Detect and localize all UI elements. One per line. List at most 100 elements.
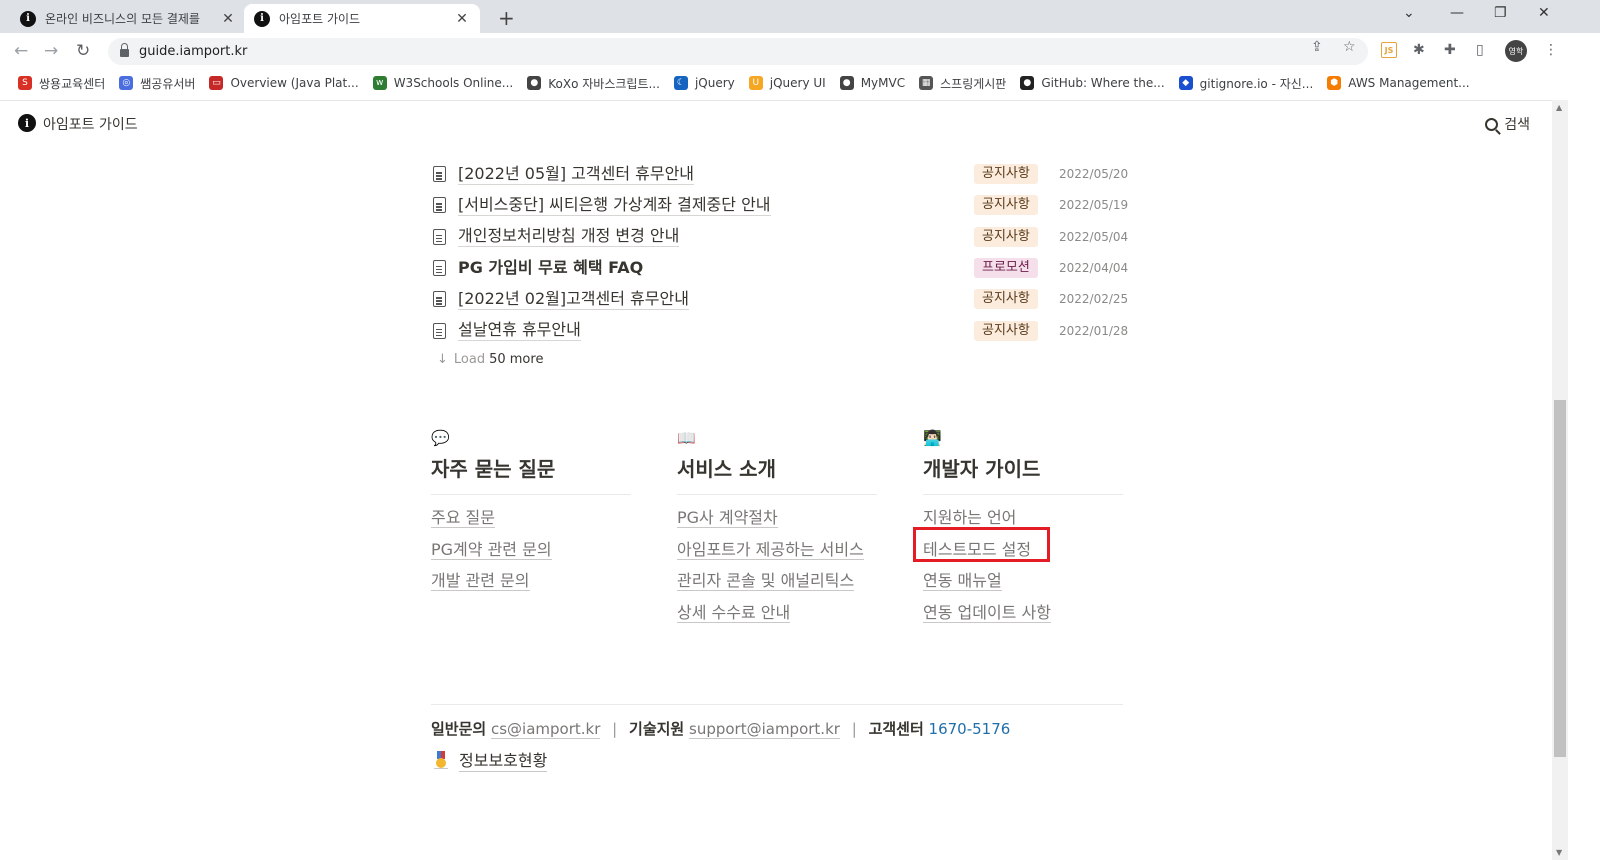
tech-email-link[interactable]: support@iamport.kr: [689, 720, 840, 739]
new-tab-icon[interactable]: +: [498, 6, 515, 30]
js-extension-icon[interactable]: JS: [1381, 42, 1397, 58]
privacy-status-label: 정보보호현황: [459, 747, 548, 772]
close-tab-icon[interactable]: ✕: [454, 11, 470, 27]
column-title: 개발자 가이드: [923, 457, 1041, 481]
back-icon[interactable]: ←: [14, 41, 28, 61]
bookmark-label: jQuery UI: [769, 76, 826, 90]
medal-icon: [434, 750, 448, 769]
iamport-favicon-icon: i: [20, 10, 36, 27]
extensions-puzzle-icon[interactable]: ✚: [1444, 42, 1456, 58]
notice-title-link[interactable]: 개인정보처리방침 개정 변경 안내: [458, 226, 680, 248]
bookmark-favicon-icon: ◎: [119, 76, 134, 90]
forward-icon[interactable]: →: [44, 41, 58, 61]
reload-icon[interactable]: ↻: [76, 41, 90, 61]
page-content: [2022년 05월] 고객센터 휴무안내 공지사항 2022/05/20 [서비스중…: [0, 146, 1552, 860]
notice-title-link[interactable]: PG 가입비 무료 혜택 FAQ: [458, 258, 643, 278]
column-link[interactable]: PG계약 관련 문의: [431, 539, 631, 571]
notice-title-link[interactable]: [서비스중단] 씨티은행 가상계좌 결제중단 안내: [458, 195, 771, 216]
bookmark-item[interactable]: ● KoXo 자바스크립트...: [527, 75, 660, 92]
column-link[interactable]: 개발 관련 문의: [431, 570, 631, 602]
browser-tab-active[interactable]: i 아임포트 가이드 ✕: [244, 4, 480, 33]
site-name-link[interactable]: 아임포트 가이드: [43, 114, 138, 134]
notice-title-link[interactable]: 설날연휴 휴무안내: [458, 320, 581, 341]
bookmark-item[interactable]: ☾ jQuery: [673, 76, 735, 90]
lock-icon: [120, 43, 129, 57]
column-link[interactable]: PG사 계약절차: [677, 507, 877, 539]
general-email-link[interactable]: cs@iamport.kr: [490, 720, 601, 739]
document-icon: [433, 197, 446, 214]
customer-center-label: 고객센터: [868, 720, 924, 738]
page-scrollbar[interactable]: ▲ ▼: [1552, 100, 1568, 860]
customer-center-phone-link[interactable]: 1670-5176: [929, 720, 1011, 738]
load-more-button[interactable]: ↓ Load 50 more: [437, 352, 543, 367]
notice-date: 2022/05/19: [1059, 198, 1129, 213]
bookmark-item[interactable]: UjQuery UI: [748, 76, 826, 90]
notice-row[interactable]: 개인정보처리방침 개정 변경 안내 공지사항 2022/05/04: [433, 224, 1128, 250]
column-divider: [431, 494, 631, 495]
bookmark-favicon-icon: ▭: [209, 76, 224, 90]
scroll-up-icon[interactable]: ▲: [1556, 103, 1562, 112]
column-title: 자주 묻는 질문: [431, 457, 556, 481]
bookmark-star-icon[interactable]: ☆: [1343, 39, 1356, 55]
bookmark-item[interactable]: ▦ 스프링게시판: [919, 75, 1006, 92]
search-button[interactable]: 검색: [1485, 114, 1530, 134]
bookmark-label: KoXo 자바스크립트...: [548, 76, 660, 91]
minimize-icon[interactable]: —: [1450, 5, 1464, 21]
tab-search-chevron-icon[interactable]: ⌄: [1403, 5, 1415, 21]
bookmark-item[interactable]: ▭ Overview (Java Plat...: [209, 76, 359, 90]
column-divider: [677, 494, 877, 495]
browser-tab[interactable]: i 온라인 비즈니스의 모든 결제를 ✕: [10, 4, 246, 33]
notice-row[interactable]: [서비스중단] 씨티은행 가상계좌 결제중단 안내 공지사항 2022/05/19: [433, 192, 1128, 218]
tech-support-label: 기술지원: [629, 720, 685, 738]
bug-extension-icon[interactable]: ✱: [1413, 42, 1425, 58]
close-tab-icon[interactable]: ✕: [220, 11, 236, 27]
column-link[interactable]: 관리자 콘솔 및 애널리틱스: [677, 570, 877, 602]
bookmark-label: gitignore.io - 자신...: [1199, 76, 1314, 91]
notice-row[interactable]: [2022년 02월]고객센터 휴무안내 공지사항 2022/02/25: [433, 286, 1128, 312]
notice-title-link[interactable]: [2022년 02월]고객센터 휴무안내: [458, 289, 689, 310]
column-link[interactable]: 연동 업데이트 사항: [923, 602, 1123, 634]
document-icon: [433, 291, 446, 308]
bookmark-item[interactable]: ● MyMVC: [839, 76, 905, 90]
side-panel-icon[interactable]: ▯: [1476, 42, 1484, 58]
scroll-down-icon[interactable]: ▼: [1556, 848, 1562, 857]
bookmark-label: AWS Management...: [1348, 76, 1470, 90]
bookmark-item[interactable]: ⬢ AWS Management...: [1327, 76, 1470, 90]
bookmark-favicon-icon: S: [18, 76, 32, 90]
close-window-icon[interactable]: ✕: [1538, 5, 1550, 21]
privacy-status-link[interactable]: 정보보호현황: [434, 747, 548, 772]
notice-row[interactable]: 설날연휴 휴무안내 공지사항 2022/01/28: [433, 318, 1128, 344]
notice-date: 2022/05/04: [1059, 229, 1129, 244]
bookmark-item[interactable]: w W3Schools Online...: [372, 76, 513, 90]
scrollbar-thumb[interactable]: [1554, 400, 1566, 757]
bookmark-favicon-icon: U: [748, 76, 763, 90]
column-link[interactable]: 아임포트가 제공하는 서비스: [677, 539, 877, 571]
bookmark-label: Overview (Java Plat...: [230, 76, 359, 90]
restore-icon[interactable]: ❐: [1494, 5, 1507, 21]
column-link-label: PG사 계약절차: [677, 508, 778, 528]
bookmark-favicon-icon: ⬢: [1327, 76, 1342, 90]
bookmark-item[interactable]: ● GitHub: Where the...: [1020, 76, 1165, 90]
notice-row[interactable]: [2022년 05월] 고객센터 휴무안내 공지사항 2022/05/20: [433, 161, 1128, 187]
url-text: guide.iamport.kr: [139, 44, 248, 59]
address-bar[interactable]: guide.iamport.kr: [108, 38, 1368, 65]
share-icon[interactable]: ⇪: [1311, 39, 1323, 55]
column-divider: [923, 494, 1123, 495]
bookmark-item[interactable]: S 쌍용교육센터: [18, 75, 105, 92]
iamport-logo-icon[interactable]: i: [18, 114, 36, 132]
column-link[interactable]: 상세 수수료 안내: [677, 602, 877, 634]
bookmark-item[interactable]: ◆ gitignore.io - 자신...: [1178, 75, 1314, 92]
column-link[interactable]: 주요 질문: [431, 507, 631, 539]
bookmark-item[interactable]: ◎ 쌤공유서버: [119, 75, 195, 92]
notice-tag-badge: 공지사항: [974, 226, 1038, 247]
column-link[interactable]: 연동 매뉴얼: [923, 570, 1123, 602]
column-link-label: 주요 질문: [431, 508, 495, 528]
menu-kebab-icon[interactable]: ⋮: [1544, 42, 1558, 58]
bookmark-favicon-icon: ◆: [1178, 76, 1193, 90]
link-column: 💬 자주 묻는 질문 주요 질문 PG계약 관련 문의 개발 관련 문의: [431, 429, 631, 602]
column-link-label: 지원하는 언어: [923, 508, 1017, 528]
bookmark-label: GitHub: Where the...: [1041, 76, 1165, 90]
notice-row[interactable]: PG 가입비 무료 혜택 FAQ 프로모션 2022/04/04: [433, 255, 1128, 281]
profile-avatar[interactable]: 영학: [1505, 40, 1527, 62]
notice-title-link[interactable]: [2022년 05월] 고객센터 휴무안내: [458, 164, 695, 185]
